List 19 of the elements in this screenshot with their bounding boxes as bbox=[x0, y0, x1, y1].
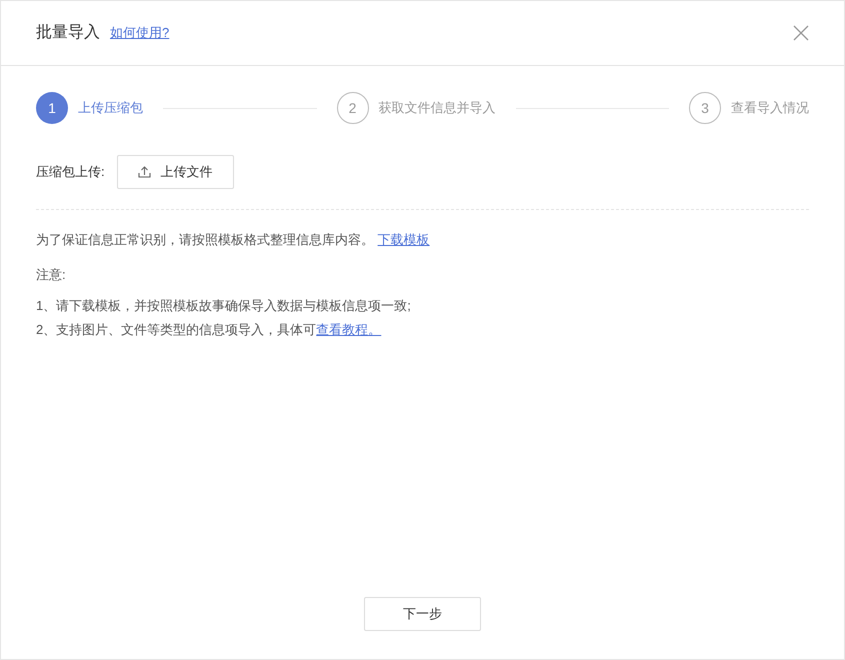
upload-label: 压缩包上传: bbox=[36, 163, 105, 182]
step-number: 1 bbox=[36, 92, 68, 124]
step-number: 2 bbox=[336, 92, 368, 124]
note-text: 1、请下载模板，并按照模板故事确保导入数据与模板信息项一致; bbox=[36, 297, 412, 315]
tutorial-link[interactable]: 查看教程。 bbox=[316, 322, 382, 337]
upload-icon bbox=[138, 166, 151, 178]
help-link[interactable]: 如何使用? bbox=[110, 23, 170, 43]
step-label: 获取文件信息并导入 bbox=[378, 99, 496, 118]
close-icon[interactable] bbox=[793, 25, 809, 41]
next-button[interactable]: 下一步 bbox=[364, 597, 481, 631]
step-number: 3 bbox=[689, 92, 721, 124]
dialog-title: 批量导入 bbox=[36, 22, 100, 43]
step-label: 上传压缩包 bbox=[78, 99, 143, 118]
download-template-link[interactable]: 下载模板 bbox=[378, 232, 430, 247]
info-text: 为了保证信息正常识别，请按照模板格式整理信息库内容。 下载模板 bbox=[35, 231, 431, 249]
step-label: 查看导入情况 bbox=[731, 99, 809, 118]
upload-button[interactable]: 上传文件 bbox=[116, 155, 234, 189]
note-text: 2、支持图片、文件等类型的信息项导入，具体可查看教程。 bbox=[36, 321, 382, 339]
notes-title: 注意: bbox=[35, 266, 67, 284]
